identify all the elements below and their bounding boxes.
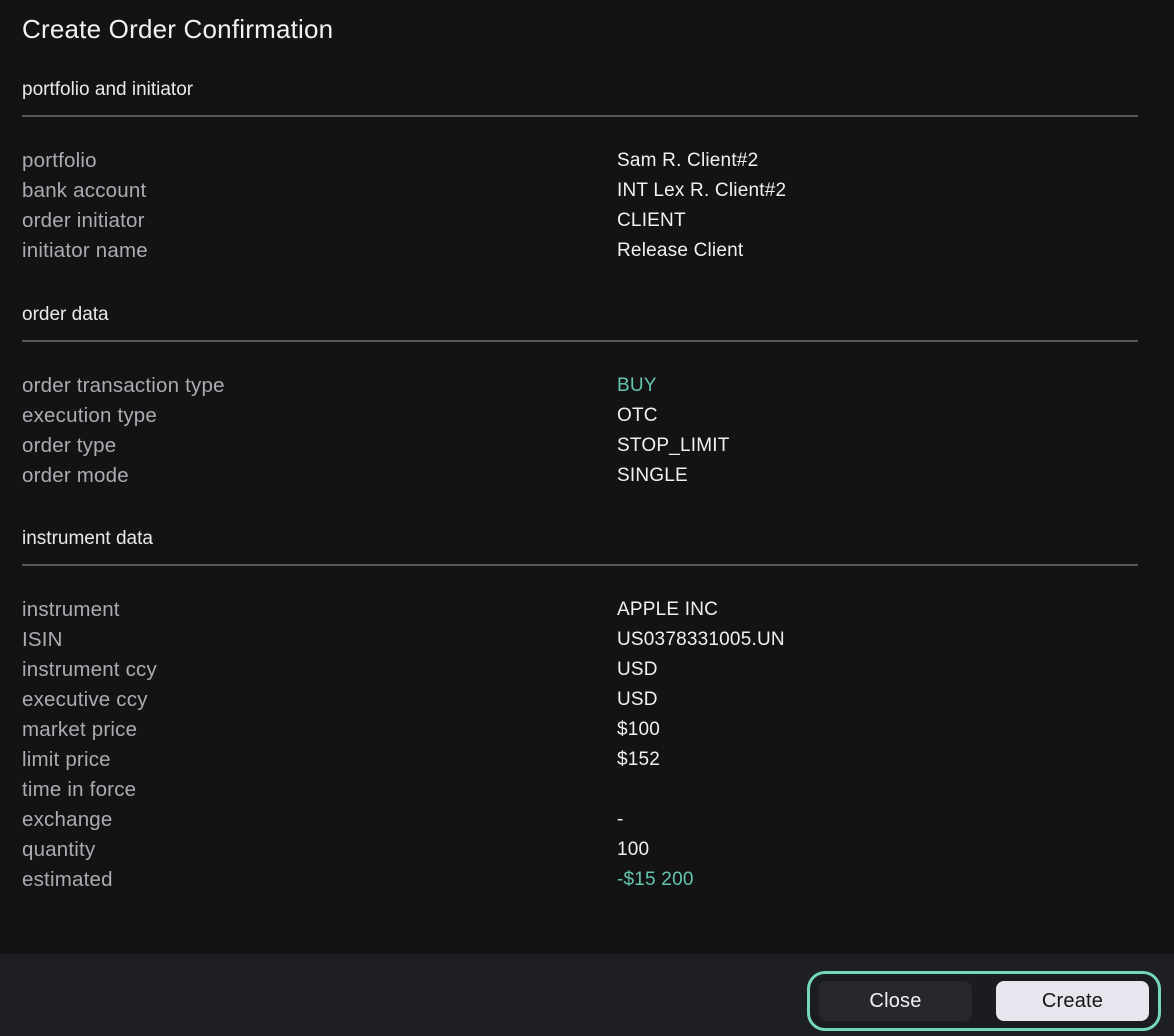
section-divider (22, 564, 1138, 566)
field-label: bank account (22, 179, 617, 203)
field-row: order typeSTOP_LIMIT (22, 431, 1160, 461)
field-value: $152 (617, 749, 1160, 771)
field-value: Release Client (617, 240, 1160, 262)
field-value: USD (617, 689, 1160, 711)
field-row: portfolioSam R. Client#2 (22, 146, 1160, 176)
field-value: -$15 200 (617, 869, 1160, 891)
field-value: US0378331005.UN (617, 629, 1160, 651)
field-label: quantity (22, 838, 617, 862)
field-row: initiator nameRelease Client (22, 236, 1160, 266)
field-row: market price$100 (22, 715, 1160, 745)
field-row: order initiatorCLIENT (22, 206, 1160, 236)
field-label: order initiator (22, 209, 617, 233)
field-row: limit price$152 (22, 745, 1160, 775)
field-label: market price (22, 718, 617, 742)
create-button[interactable]: Create (996, 981, 1149, 1021)
footer-button-group: Close Create (807, 971, 1161, 1031)
field-row: exchange- (22, 805, 1160, 835)
create-order-confirmation-dialog: Create Order Confirmation portfolio and … (0, 0, 1174, 1036)
field-value: APPLE INC (617, 599, 1160, 621)
section-instrument-data: instrument data instrumentAPPLE INCISINU… (22, 527, 1160, 895)
field-label: executive ccy (22, 688, 617, 712)
field-rows: portfolioSam R. Client#2bank accountINT … (22, 146, 1160, 266)
field-label: limit price (22, 748, 617, 772)
field-value: INT Lex R. Client#2 (617, 180, 1160, 202)
section-header: portfolio and initiator (22, 78, 1160, 102)
field-row: order transaction typeBUY (22, 371, 1160, 401)
field-row: estimated-$15 200 (22, 865, 1160, 895)
section-header: order data (22, 303, 1160, 327)
field-value: SINGLE (617, 465, 1160, 487)
field-row: execution typeOTC (22, 401, 1160, 431)
field-label: time in force (22, 778, 617, 802)
field-label: portfolio (22, 149, 617, 173)
section-order-data: order data order transaction typeBUYexec… (22, 303, 1160, 491)
field-row: quantity100 (22, 835, 1160, 865)
field-label: instrument (22, 598, 617, 622)
field-value: CLIENT (617, 210, 1160, 232)
field-label: order mode (22, 464, 617, 488)
field-value: Sam R. Client#2 (617, 150, 1160, 172)
field-label: instrument ccy (22, 658, 617, 682)
field-label: execution type (22, 404, 617, 428)
field-row: executive ccyUSD (22, 685, 1160, 715)
field-label: exchange (22, 808, 617, 832)
field-value: OTC (617, 405, 1160, 427)
field-label: estimated (22, 868, 617, 892)
field-row: ISINUS0378331005.UN (22, 625, 1160, 655)
field-value: 100 (617, 839, 1160, 861)
dialog-content: Create Order Confirmation portfolio and … (0, 0, 1174, 895)
field-rows: instrumentAPPLE INCISINUS0378331005.UNin… (22, 595, 1160, 895)
field-row: bank accountINT Lex R. Client#2 (22, 176, 1160, 206)
field-value: $100 (617, 719, 1160, 741)
field-row: instrumentAPPLE INC (22, 595, 1160, 625)
field-label: initiator name (22, 239, 617, 263)
field-value: STOP_LIMIT (617, 435, 1160, 457)
field-value: - (617, 809, 1160, 831)
section-header: instrument data (22, 527, 1160, 551)
close-button[interactable]: Close (819, 981, 972, 1021)
section-divider (22, 115, 1138, 117)
field-label: order type (22, 434, 617, 458)
section-divider (22, 340, 1138, 342)
field-row: time in force (22, 775, 1160, 805)
dialog-footer: Close Create (0, 954, 1174, 1036)
field-value: USD (617, 659, 1160, 681)
field-rows: order transaction typeBUYexecution typeO… (22, 371, 1160, 491)
field-label: order transaction type (22, 374, 617, 398)
field-value: BUY (617, 375, 1160, 397)
dialog-title: Create Order Confirmation (22, 0, 1160, 45)
field-row: order modeSINGLE (22, 461, 1160, 491)
field-label: ISIN (22, 628, 617, 652)
field-row: instrument ccyUSD (22, 655, 1160, 685)
section-portfolio-and-initiator: portfolio and initiator portfolioSam R. … (22, 78, 1160, 266)
